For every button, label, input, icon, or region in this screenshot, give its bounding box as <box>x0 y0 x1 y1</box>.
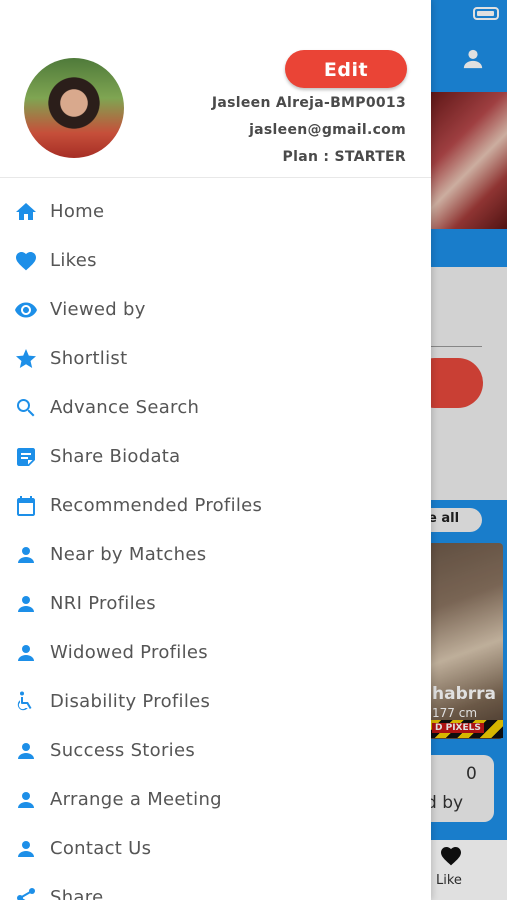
menu-label: Recommended Profiles <box>50 495 263 516</box>
share-icon <box>14 886 38 900</box>
menu-label: Share Biodata <box>50 446 181 467</box>
menu-item-success-stories[interactable]: Success Stories <box>0 726 431 775</box>
star-icon <box>14 347 38 371</box>
drawer-header: Edit Jasleen Alreja-BMP0013 jasleen@gmai… <box>0 0 431 178</box>
menu-label: Contact Us <box>50 838 152 859</box>
menu-item-shortlist[interactable]: Shortlist <box>0 334 431 383</box>
menu-item-arrange-a-meeting[interactable]: Arrange a Meeting <box>0 775 431 824</box>
menu-item-widowed-profiles[interactable]: Widowed Profiles <box>0 628 431 677</box>
menu-item-advance-search[interactable]: Advance Search <box>0 383 431 432</box>
menu-label: Likes <box>50 250 97 271</box>
menu-item-share-biodata[interactable]: Share Biodata <box>0 432 431 481</box>
avatar[interactable] <box>24 58 124 158</box>
menu-label: Home <box>50 201 105 222</box>
menu-item-likes[interactable]: Likes <box>0 236 431 285</box>
menu-label: Shortlist <box>50 348 128 369</box>
menu-label: Success Stories <box>50 740 196 761</box>
navigation-drawer: Edit Jasleen Alreja-BMP0013 jasleen@gmai… <box>0 0 431 900</box>
heart-icon <box>14 249 38 273</box>
person-icon <box>14 739 38 763</box>
menu-item-home[interactable]: Home <box>0 187 431 236</box>
menu-item-contact-us[interactable]: Contact Us <box>0 824 431 873</box>
wheelchair-icon <box>14 690 38 714</box>
note-icon <box>14 445 38 469</box>
menu-item-disability-profiles[interactable]: Disability Profiles <box>0 677 431 726</box>
menu-label: Near by Matches <box>50 544 207 565</box>
profile-plan: Plan : STARTER <box>282 149 406 165</box>
person-icon <box>14 788 38 812</box>
edit-profile-button[interactable]: Edit <box>285 50 407 88</box>
profile-email: jasleen@gmail.com <box>249 122 406 138</box>
search-icon <box>14 396 38 420</box>
menu-label: Disability Profiles <box>50 691 211 712</box>
person-icon <box>14 543 38 567</box>
menu-item-share[interactable]: Share <box>0 873 431 900</box>
menu-item-recommended-profiles[interactable]: Recommended Profiles <box>0 481 431 530</box>
menu-label: NRI Profiles <box>50 593 156 614</box>
menu-item-nri-profiles[interactable]: NRI Profiles <box>0 579 431 628</box>
person-icon <box>14 592 38 616</box>
drawer-menu: Home Likes Viewed by Shortlist Advance S… <box>0 187 431 900</box>
menu-label: Viewed by <box>50 299 146 320</box>
profile-name: Jasleen Alreja-BMP0013 <box>211 95 406 111</box>
menu-label: Share <box>50 887 104 900</box>
menu-item-viewed-by[interactable]: Viewed by <box>0 285 431 334</box>
home-icon <box>14 200 38 224</box>
menu-item-near-by-matches[interactable]: Near by Matches <box>0 530 431 579</box>
scrim-overlay[interactable] <box>430 0 507 900</box>
calendar-icon <box>14 494 38 518</box>
eye-icon <box>14 298 38 322</box>
menu-label: Widowed Profiles <box>50 642 208 663</box>
menu-label: Arrange a Meeting <box>50 789 222 810</box>
person-icon <box>14 641 38 665</box>
menu-label: Advance Search <box>50 397 200 418</box>
person-icon <box>14 837 38 861</box>
